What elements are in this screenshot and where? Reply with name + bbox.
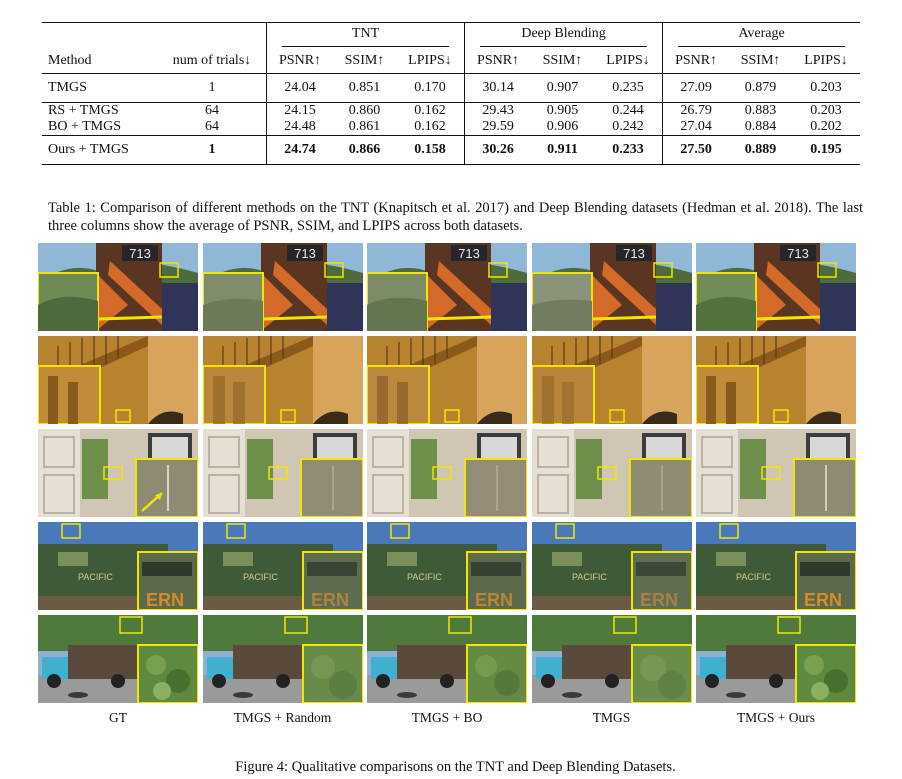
header-metric: PSNR↑ bbox=[266, 49, 334, 74]
header-metric: LPIPS↓ bbox=[395, 49, 465, 74]
svg-text:PACIFIC: PACIFIC bbox=[572, 572, 607, 582]
figure-tile-locomotive: 713 bbox=[38, 243, 198, 331]
svg-text:PACIFIC: PACIFIC bbox=[407, 572, 442, 582]
header-metric: PSNR↑ bbox=[464, 49, 532, 74]
column-label-ours: TMGS + Ours bbox=[736, 710, 816, 725]
table-metric-header-row: Method num of trials↓ PSNR↑ SSIM↑ LPIPS↓… bbox=[42, 49, 860, 74]
figure-tile-door bbox=[531, 429, 692, 517]
table-caption: Table 1: Comparison of different methods… bbox=[48, 199, 863, 234]
figure-tile-train: PACIFIC ERN bbox=[531, 522, 692, 610]
svg-text:PACIFIC: PACIFIC bbox=[736, 572, 771, 582]
figure-tile-door bbox=[367, 429, 527, 517]
header-metric: SSIM↑ bbox=[729, 49, 792, 74]
figure-tile-staircase bbox=[202, 336, 363, 424]
svg-text:PACIFIC: PACIFIC bbox=[78, 572, 113, 582]
figure-tile-staircase bbox=[696, 336, 856, 424]
svg-text:ERN: ERN bbox=[640, 590, 678, 610]
figure-column-labels: GT TMGS + Random TMGS + BO TMGS TMGS + O… bbox=[38, 710, 856, 726]
column-label-gt: GT bbox=[109, 710, 127, 725]
group-header-average: Average bbox=[662, 22, 860, 49]
results-table: TNT Deep Blending Average Method num of … bbox=[42, 22, 860, 165]
figure-tile-locomotive: 713 bbox=[202, 243, 363, 331]
group-header-tnt: TNT bbox=[265, 22, 465, 49]
figure-tile-door bbox=[202, 429, 363, 517]
figure-tile-locomotive: 713 bbox=[531, 243, 692, 331]
figure-tile-staircase bbox=[367, 336, 527, 424]
figure-tile-locomotive: 713 bbox=[367, 243, 527, 331]
figure-tile-truck bbox=[367, 615, 527, 703]
svg-text:713: 713 bbox=[294, 246, 316, 261]
header-metric: LPIPS↓ bbox=[593, 49, 663, 74]
table-row: Ours + TMGS 1 24.74 0.866 0.158 30.26 0.… bbox=[42, 135, 860, 165]
header-method: Method bbox=[42, 49, 158, 74]
group-header-deep-blending: Deep Blending bbox=[464, 22, 663, 49]
column-label-bo: TMGS + BO bbox=[411, 710, 483, 725]
figure-tile-door bbox=[38, 429, 198, 517]
figure-tile-truck bbox=[531, 615, 692, 703]
header-metric: SSIM↑ bbox=[333, 49, 396, 74]
figure-tile-door bbox=[696, 429, 856, 517]
header-metric: SSIM↑ bbox=[531, 49, 594, 74]
svg-text:ERN: ERN bbox=[311, 590, 349, 610]
header-metric: LPIPS↓ bbox=[791, 49, 860, 74]
figure-tile-train: PACIFIC ERN bbox=[696, 522, 856, 610]
svg-text:713: 713 bbox=[787, 246, 809, 261]
figure-tile-truck bbox=[696, 615, 856, 703]
column-label-tmgs: TMGS bbox=[592, 710, 631, 725]
figure-tile-train: PACIFIC ERN bbox=[202, 522, 363, 610]
figure-grid: 713 713 713 713 713 PACIFIC ERN PACIFIC … bbox=[38, 243, 856, 703]
figure-tile-locomotive: 713 bbox=[696, 243, 856, 331]
header-trials: num of trials↓ bbox=[158, 49, 267, 74]
figure-tile-truck bbox=[202, 615, 363, 703]
figure-caption: Figure 4: Qualitative comparisons on the… bbox=[235, 758, 676, 775]
table-row: BO + TMGS 64 24.48 0.861 0.162 29.59 0.9… bbox=[42, 119, 860, 136]
table-row: RS + TMGS 64 24.15 0.860 0.162 29.43 0.9… bbox=[48, 102, 842, 119]
svg-text:ERN: ERN bbox=[146, 590, 184, 610]
figure-tile-staircase bbox=[38, 336, 198, 424]
table-row: TMGS 1 24.04 0.851 0.170 30.14 0.907 0.2… bbox=[42, 73, 860, 103]
figure-tile-staircase bbox=[531, 336, 692, 424]
header-metric: PSNR↑ bbox=[662, 49, 730, 74]
column-label-random: TMGS + Random bbox=[233, 710, 332, 725]
figure-tile-train: PACIFIC ERN bbox=[38, 522, 198, 610]
svg-text:713: 713 bbox=[623, 246, 645, 261]
figure-tile-truck bbox=[38, 615, 198, 703]
figure-tile-train: PACIFIC ERN bbox=[367, 522, 527, 610]
svg-text:ERN: ERN bbox=[475, 590, 513, 610]
table-group-header-row: TNT Deep Blending Average bbox=[42, 22, 860, 49]
svg-text:713: 713 bbox=[129, 246, 151, 261]
svg-text:ERN: ERN bbox=[804, 590, 842, 610]
svg-text:PACIFIC: PACIFIC bbox=[243, 572, 278, 582]
svg-text:713: 713 bbox=[458, 246, 480, 261]
